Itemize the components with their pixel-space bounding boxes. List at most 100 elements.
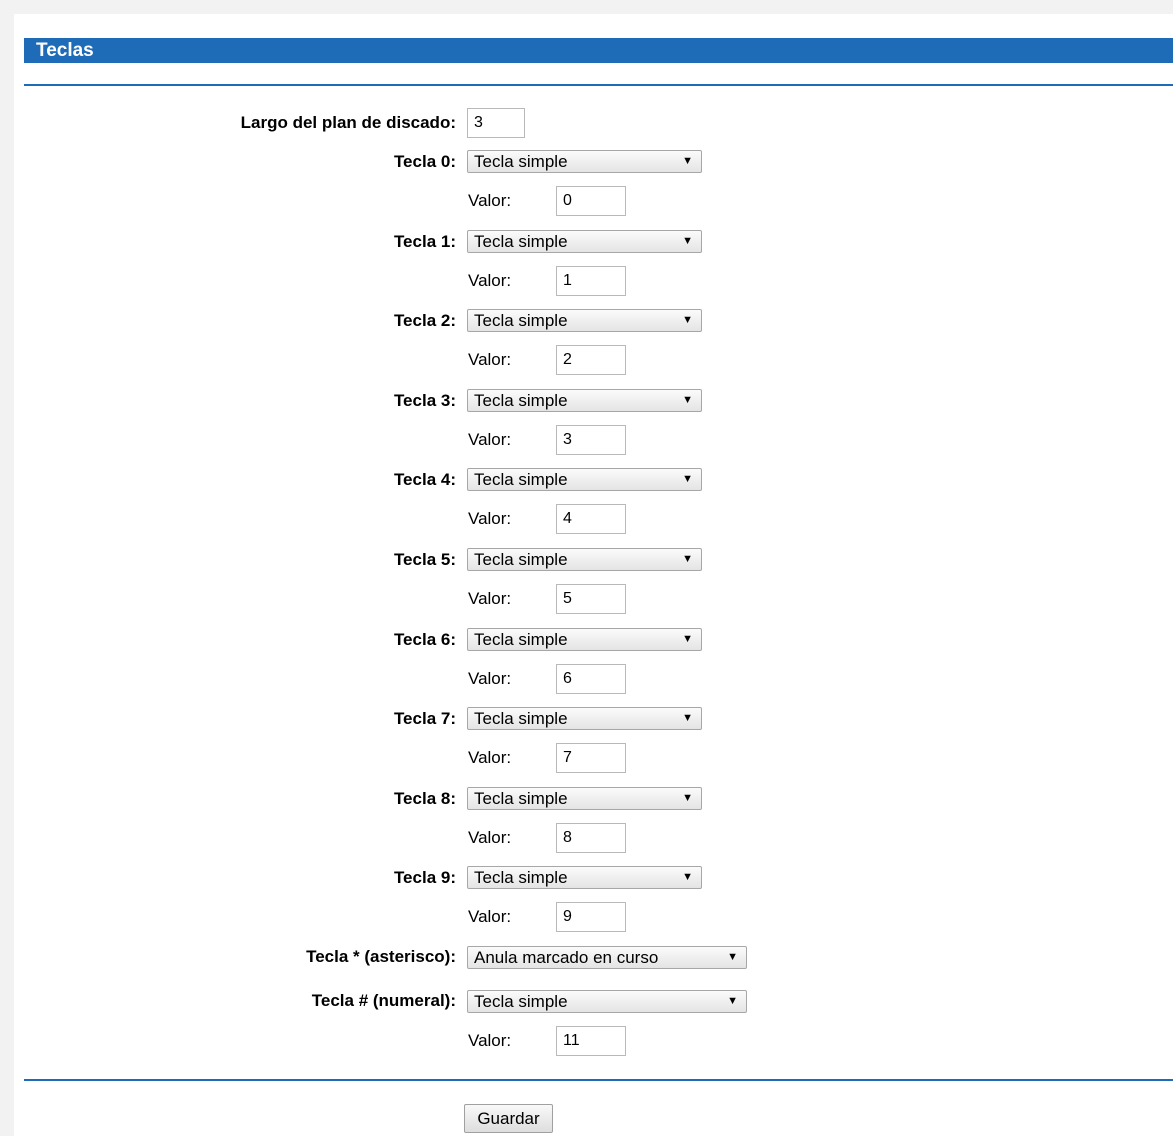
hash-row: Tecla # (numeral): Tecla simple ▼: [0, 986, 1173, 1016]
key-type-select[interactable]: Tecla simple ▼: [467, 230, 702, 253]
key-type-value: Tecla simple: [474, 391, 568, 410]
hash-value-row: Valor:: [0, 1026, 1173, 1056]
key-row: Tecla 4: Tecla simple ▼: [0, 465, 1173, 495]
key-type-value: Tecla simple: [474, 630, 568, 649]
key-type-select[interactable]: Tecla simple ▼: [467, 548, 702, 571]
key-type-value: Tecla simple: [474, 232, 568, 251]
page-top-strip: [0, 0, 1173, 14]
key-value-input[interactable]: [556, 345, 626, 375]
key-value-row: Valor:: [0, 902, 1173, 932]
divider-top: [24, 84, 1173, 86]
key-type-select[interactable]: Tecla simple ▼: [467, 309, 702, 332]
dial-plan-length-input[interactable]: [467, 108, 525, 138]
key-label: Tecla 6:: [393, 630, 456, 649]
key-row: Tecla 5: Tecla simple ▼: [0, 545, 1173, 575]
key-row: Tecla 8: Tecla simple ▼: [0, 784, 1173, 814]
key-type-value: Tecla simple: [474, 152, 568, 171]
chevron-down-icon: ▼: [682, 871, 693, 883]
valor-label: Valor:: [468, 271, 512, 290]
key-label: Tecla 9:: [393, 868, 456, 887]
chevron-down-icon: ▼: [682, 473, 693, 485]
valor-label: Valor:: [468, 1031, 512, 1050]
key-value-row: Valor:: [0, 743, 1173, 773]
key-value-input[interactable]: [556, 266, 626, 296]
key-label: Tecla 3:: [393, 391, 456, 410]
key-row: Tecla 7: Tecla simple ▼: [0, 704, 1173, 734]
key-label: Tecla 0:: [393, 152, 456, 171]
key-type-select[interactable]: Tecla simple ▼: [467, 150, 702, 173]
valor-label: Valor:: [468, 748, 512, 767]
key-type-select[interactable]: Tecla simple ▼: [467, 389, 702, 412]
key-label: Tecla 2:: [393, 311, 456, 330]
asterisk-label: Tecla * (asterisco):: [306, 947, 456, 966]
key-type-select[interactable]: Tecla simple ▼: [467, 468, 702, 491]
asterisk-type-select[interactable]: Anula marcado en curso ▼: [467, 946, 747, 969]
key-label: Tecla 1:: [393, 232, 456, 251]
key-type-value: Tecla simple: [474, 789, 568, 808]
chevron-down-icon: ▼: [682, 314, 693, 326]
key-label: Tecla 5:: [393, 550, 456, 569]
valor-label: Valor:: [468, 907, 512, 926]
key-value-input[interactable]: [556, 664, 626, 694]
valor-label: Valor:: [468, 828, 512, 847]
valor-label: Valor:: [468, 589, 512, 608]
dial-plan-label: Largo del plan de discado:: [240, 113, 456, 132]
key-row: Tecla 2: Tecla simple ▼: [0, 306, 1173, 336]
key-value-row: Valor:: [0, 186, 1173, 216]
save-button[interactable]: Guardar: [464, 1104, 553, 1133]
hash-label: Tecla # (numeral):: [311, 991, 456, 1010]
asterisk-type-value: Anula marcado en curso: [474, 948, 659, 967]
key-row: Tecla 6: Tecla simple ▼: [0, 625, 1173, 655]
key-value-row: Valor:: [0, 664, 1173, 694]
key-value-row: Valor:: [0, 504, 1173, 534]
key-value-input[interactable]: [556, 743, 626, 773]
asterisk-row: Tecla * (asterisco): Anula marcado en cu…: [0, 942, 1173, 972]
chevron-down-icon: ▼: [682, 712, 693, 724]
key-type-value: Tecla simple: [474, 868, 568, 887]
key-label: Tecla 8:: [393, 789, 456, 808]
valor-label: Valor:: [468, 350, 512, 369]
key-type-select[interactable]: Tecla simple ▼: [467, 787, 702, 810]
chevron-down-icon: ▼: [682, 394, 693, 406]
valor-label: Valor:: [468, 669, 512, 688]
valor-label: Valor:: [468, 191, 512, 210]
chevron-down-icon: ▼: [682, 155, 693, 167]
key-type-select[interactable]: Tecla simple ▼: [467, 707, 702, 730]
key-type-select[interactable]: Tecla simple ▼: [467, 628, 702, 651]
key-type-value: Tecla simple: [474, 470, 568, 489]
key-value-input[interactable]: [556, 584, 626, 614]
dial-plan-row: Largo del plan de discado:: [0, 108, 1173, 138]
key-type-value: Tecla simple: [474, 311, 568, 330]
key-value-row: Valor:: [0, 584, 1173, 614]
key-row: Tecla 1: Tecla simple ▼: [0, 227, 1173, 257]
chevron-down-icon: ▼: [682, 792, 693, 804]
key-value-input[interactable]: [556, 902, 626, 932]
valor-label: Valor:: [468, 430, 512, 449]
key-value-input[interactable]: [556, 425, 626, 455]
key-value-row: Valor:: [0, 425, 1173, 455]
chevron-down-icon: ▼: [682, 235, 693, 247]
chevron-down-icon: ▼: [727, 951, 738, 963]
divider-bottom: [24, 1079, 1173, 1081]
chevron-down-icon: ▼: [682, 633, 693, 645]
chevron-down-icon: ▼: [682, 553, 693, 565]
key-type-select[interactable]: Tecla simple ▼: [467, 866, 702, 889]
key-value-row: Valor:: [0, 266, 1173, 296]
hash-type-select[interactable]: Tecla simple ▼: [467, 990, 747, 1013]
section-header: Teclas: [24, 38, 1173, 63]
hash-type-value: Tecla simple: [474, 992, 568, 1011]
key-row: Tecla 3: Tecla simple ▼: [0, 386, 1173, 416]
chevron-down-icon: ▼: [727, 995, 738, 1007]
key-row: Tecla 9: Tecla simple ▼: [0, 863, 1173, 893]
valor-label: Valor:: [468, 509, 512, 528]
hash-value-input[interactable]: [556, 1026, 626, 1056]
key-label: Tecla 4:: [393, 470, 456, 489]
key-label: Tecla 7:: [393, 709, 456, 728]
key-value-input[interactable]: [556, 823, 626, 853]
key-value-input[interactable]: [556, 504, 626, 534]
key-type-value: Tecla simple: [474, 709, 568, 728]
key-value-row: Valor:: [0, 823, 1173, 853]
key-value-input[interactable]: [556, 186, 626, 216]
key-row: Tecla 0: Tecla simple ▼: [0, 147, 1173, 177]
key-type-value: Tecla simple: [474, 550, 568, 569]
